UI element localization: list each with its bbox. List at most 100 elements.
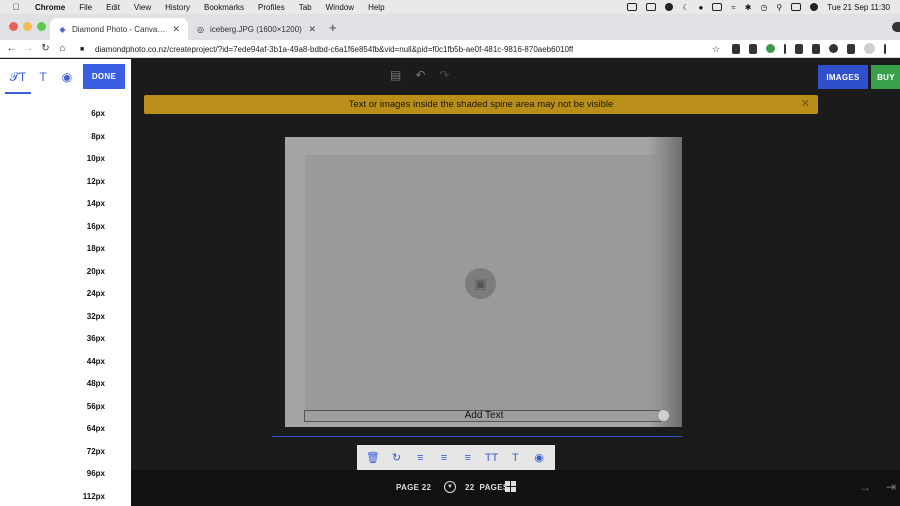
sidebar-tabs: 𝓣T T ◉ DONE — [0, 59, 131, 94]
menu-profiles[interactable]: Profiles — [258, 3, 285, 12]
close-banner-icon[interactable]: ✕ — [801, 97, 810, 110]
add-image-icon[interactable]: ▣ — [465, 268, 496, 299]
moon-icon[interactable]: ☾ — [682, 3, 689, 12]
control-center-icon[interactable] — [791, 3, 802, 11]
home-icon[interactable]: ⌂ — [54, 43, 71, 54]
menu-chrome[interactable]: Chrome — [35, 3, 65, 12]
reload-icon[interactable]: ↻ — [37, 43, 54, 54]
extensions-puzzle-icon[interactable] — [847, 43, 855, 54]
color-palette-tab-icon[interactable]: ◉ — [54, 67, 80, 87]
forward-arrow-icon[interactable]: → — [20, 43, 37, 54]
font-size-option[interactable]: 48px — [0, 373, 131, 396]
rotate-icon[interactable]: ↻ — [388, 451, 406, 464]
canvas-page[interactable]: ▣ Add Text — [285, 137, 682, 427]
back-arrow-icon[interactable]: ← — [3, 43, 20, 54]
font-size-option[interactable]: 8px — [0, 126, 131, 149]
images-button[interactable]: IMAGES — [818, 65, 868, 89]
font-size-option[interactable]: 18px — [0, 238, 131, 261]
new-tab-button[interactable]: + — [329, 20, 337, 35]
font-size-option[interactable]: 12px — [0, 171, 131, 194]
maximize-window-button[interactable] — [37, 22, 46, 31]
apple-menu-icon[interactable]:  — [9, 2, 23, 12]
window-controls — [9, 22, 46, 31]
extension-layers-icon[interactable] — [732, 43, 740, 54]
font-size-option[interactable]: 16px — [0, 216, 131, 239]
font-size-option[interactable]: 112px — [0, 486, 131, 506]
font-style-icon[interactable]: T — [506, 452, 524, 464]
last-page-icon[interactable]: ⇥ — [886, 480, 896, 494]
font-size-option[interactable]: 14px — [0, 193, 131, 216]
extension-bar-icon[interactable] — [784, 43, 786, 54]
page-grid-icon[interactable] — [505, 481, 516, 492]
font-size-option[interactable]: 64px — [0, 418, 131, 441]
font-size-option[interactable]: 72px — [0, 441, 131, 464]
tab-iceberg-image[interactable]: ◎ iceberg.JPG (1600×1200) ✕ — [188, 18, 324, 40]
next-page-arrow-icon[interactable]: → — [859, 480, 871, 494]
close-tab-icon[interactable]: ✕ — [172, 24, 180, 35]
save-icon[interactable]: ▤ — [390, 68, 401, 82]
font-size-option[interactable]: 20px — [0, 261, 131, 284]
text-options-sidebar: 𝓣T T ◉ DONE 6px 8px 10px 12px 14px 16px … — [0, 59, 131, 506]
undo-icon[interactable]: ↶ — [415, 68, 425, 82]
delete-trash-icon[interactable]: 🗑 — [364, 451, 382, 464]
url-field[interactable]: ■ diamondphoto.co.nz/createproject/?id=7… — [80, 42, 720, 56]
info-icon[interactable] — [665, 3, 674, 11]
extension-shield-icon[interactable] — [749, 43, 757, 54]
font-size-option[interactable]: 24px — [0, 283, 131, 306]
font-size-option[interactable]: 96px — [0, 463, 131, 486]
tab-search-icon[interactable] — [892, 22, 900, 32]
menu-history[interactable]: History — [165, 3, 190, 12]
menu-file[interactable]: File — [79, 3, 92, 12]
font-size-option[interactable]: 10px — [0, 148, 131, 171]
minimize-window-button[interactable] — [23, 22, 32, 31]
buy-button[interactable]: BUY — [871, 65, 900, 89]
screen-record-icon[interactable] — [627, 3, 638, 11]
extensions-area — [732, 43, 886, 54]
menu-view[interactable]: View — [134, 3, 151, 12]
clock-icon[interactable]: ◷ — [760, 3, 767, 12]
profile-avatar[interactable] — [864, 43, 875, 54]
lock-icon[interactable]: ■ — [80, 46, 89, 53]
font-style-tab-icon[interactable]: T — [30, 67, 56, 87]
siri-icon[interactable] — [810, 3, 819, 11]
page-count[interactable]: 22 PAGES — [465, 483, 508, 492]
font-size-tab-icon[interactable]: 𝓣T — [5, 67, 31, 94]
font-size-option[interactable]: 56px — [0, 396, 131, 419]
menu-bookmarks[interactable]: Bookmarks — [204, 3, 244, 12]
url-text: diamondphoto.co.nz/createproject/?id=7ed… — [95, 44, 574, 54]
close-tab-icon[interactable]: ✕ — [308, 24, 316, 35]
close-window-button[interactable] — [9, 22, 18, 31]
tab-diamond-photo[interactable]: ◆ Diamond Photo - Canvas Print ✕ — [50, 18, 188, 40]
battery-icon[interactable] — [712, 3, 723, 11]
text-box[interactable]: Add Text — [304, 410, 664, 422]
chrome-menu-icon[interactable] — [884, 43, 886, 54]
done-button[interactable]: DONE — [83, 64, 125, 89]
extension-eyedropper-icon[interactable] — [795, 43, 803, 54]
font-size-option[interactable]: 6px — [0, 103, 131, 126]
menu-help[interactable]: Help — [368, 3, 384, 12]
menu-tab[interactable]: Tab — [299, 3, 312, 12]
bluetooth-icon[interactable]: ✱ — [745, 3, 752, 12]
font-size-option[interactable]: 36px — [0, 328, 131, 351]
extension-info-icon[interactable] — [829, 44, 838, 53]
wifi-icon[interactable]: ≈ — [731, 3, 735, 12]
align-left-icon[interactable]: ≡ — [411, 452, 429, 464]
spotlight-search-icon[interactable]: ⚲ — [776, 3, 782, 12]
bookmark-star-icon[interactable]: ☆ — [712, 44, 720, 55]
resize-handle[interactable] — [657, 409, 670, 422]
color-palette-icon[interactable]: ◉ — [530, 451, 548, 464]
notification-icon[interactable]: ● — [699, 3, 704, 12]
page-select-chevron-icon[interactable]: ▼ — [444, 481, 456, 493]
font-size-option[interactable]: 44px — [0, 351, 131, 374]
extension-grid-icon[interactable] — [812, 43, 820, 54]
align-right-icon[interactable]: ≡ — [459, 452, 477, 464]
menu-edit[interactable]: Edit — [106, 3, 120, 12]
extension-green-icon[interactable] — [766, 44, 775, 53]
align-center-icon[interactable]: ≡ — [435, 452, 453, 464]
menubar-clock[interactable]: Tue 21 Sep 11:30 — [827, 3, 890, 12]
font-size-icon[interactable]: TT — [483, 452, 501, 464]
redo-icon[interactable]: ↷ — [439, 68, 449, 82]
camera-icon[interactable] — [646, 3, 657, 11]
font-size-option[interactable]: 32px — [0, 306, 131, 329]
menu-window[interactable]: Window — [326, 3, 354, 12]
